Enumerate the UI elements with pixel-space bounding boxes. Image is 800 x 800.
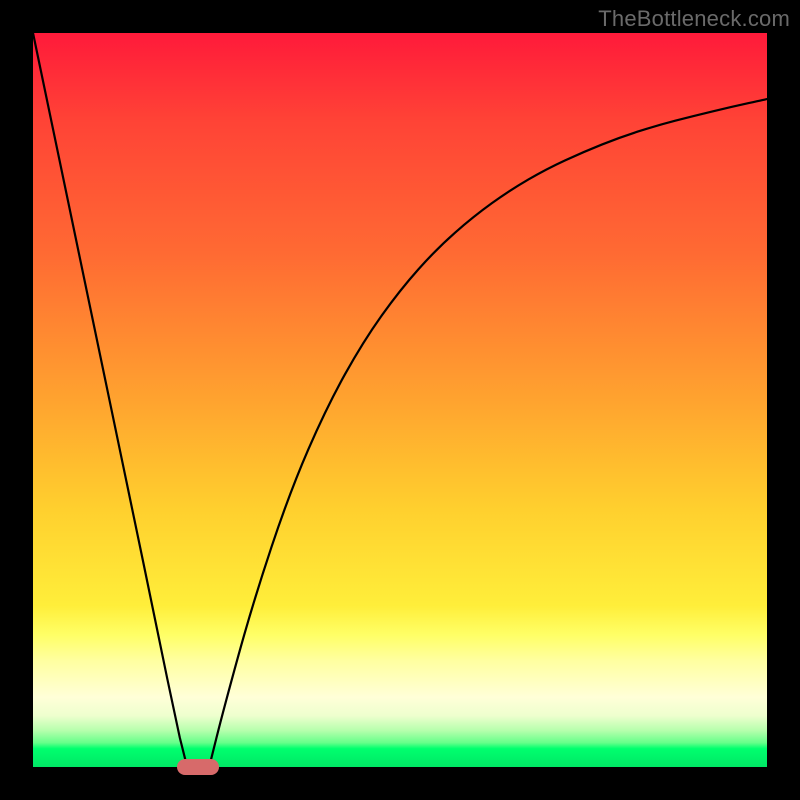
chart-frame: TheBottleneck.com bbox=[0, 0, 800, 800]
bottleneck-curve bbox=[33, 33, 767, 767]
plot-area bbox=[33, 33, 767, 767]
optimum-marker bbox=[177, 759, 220, 775]
curve-right-branch bbox=[209, 99, 767, 767]
curve-left-branch bbox=[33, 33, 187, 767]
watermark-text: TheBottleneck.com bbox=[598, 6, 790, 32]
